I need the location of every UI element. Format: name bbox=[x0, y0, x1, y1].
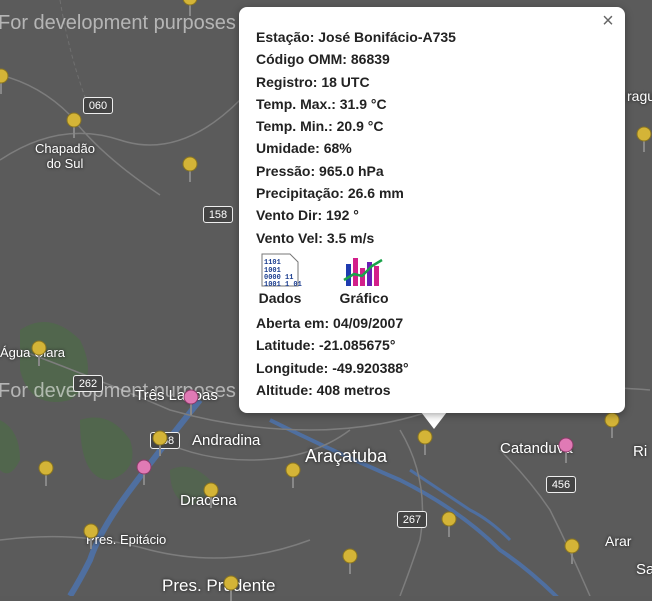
aberta-row: Aberta em: 04/09/2007 bbox=[256, 312, 609, 334]
latitude-row: Latitude: -21.085675° bbox=[256, 334, 609, 356]
place-partial-ri: Ri bbox=[633, 443, 648, 460]
umidade-value: 68% bbox=[323, 140, 352, 157]
station-row: Estação: José Bonifácio-A735 bbox=[256, 26, 609, 48]
longitude-label: Longitude: bbox=[256, 359, 329, 376]
vento-dir-label: Vento Dir: bbox=[256, 207, 323, 224]
station-pin-marker[interactable] bbox=[38, 460, 54, 486]
pressao-value: 965.0 hPa bbox=[319, 162, 384, 179]
close-icon[interactable]: × bbox=[597, 10, 619, 32]
station-pin-marker[interactable] bbox=[182, 0, 198, 16]
station-pin-marker[interactable] bbox=[66, 112, 82, 138]
data-icon-text-4: 1001 1 01 bbox=[264, 281, 302, 288]
station-info-window: × Estação: José Bonifácio-A735 Código OM… bbox=[239, 7, 625, 413]
station-pin-marker[interactable] bbox=[342, 548, 358, 574]
umidade-row: Umidade: 68% bbox=[256, 137, 609, 159]
road-shield-262: 262 bbox=[73, 375, 103, 392]
station-pin-marker[interactable] bbox=[604, 412, 620, 438]
latitude-value: -21.085675° bbox=[319, 337, 396, 354]
station-pin-pink[interactable] bbox=[136, 459, 152, 485]
place-partial-sa: Sa bbox=[636, 561, 652, 578]
station-pin-pink[interactable] bbox=[183, 389, 199, 415]
altitude-label: Altitude: bbox=[256, 381, 313, 398]
aberta-value: 04/09/2007 bbox=[333, 314, 404, 331]
vento-vel-row: Vento Vel: 3.5 m/s bbox=[256, 227, 609, 249]
station-label: Estação: bbox=[256, 29, 315, 45]
omm-label: Código OMM: bbox=[256, 51, 347, 68]
station-pin-marker[interactable] bbox=[285, 462, 301, 488]
omm-row: Código OMM: 86839 bbox=[256, 48, 609, 70]
omm-value: 86839 bbox=[350, 51, 390, 68]
grafico-link[interactable]: Gráfico bbox=[334, 252, 394, 312]
vento-dir-value: 192 ° bbox=[326, 207, 359, 224]
station-pin-marker[interactable] bbox=[564, 538, 580, 564]
registro-label: Registro: bbox=[256, 73, 318, 90]
station-pin-marker[interactable] bbox=[31, 340, 47, 366]
road-shield-060: 060 bbox=[83, 97, 113, 114]
popup-tail bbox=[421, 412, 447, 429]
station-pin-marker[interactable] bbox=[182, 156, 198, 182]
pressao-row: Pressão: 965.0 hPa bbox=[256, 160, 609, 182]
place-partial-arar: Arar bbox=[605, 533, 632, 549]
registro-row: Registro: 18 UTC bbox=[256, 71, 609, 93]
station-pin-marker[interactable] bbox=[441, 511, 457, 537]
longitude-row: Longitude: -49.920388° bbox=[256, 357, 609, 379]
road-shield-158-north: 158 bbox=[203, 206, 233, 223]
road-shield-267: 267 bbox=[397, 511, 427, 528]
station-pin-marker[interactable] bbox=[203, 482, 219, 508]
registro-value: 18 UTC bbox=[321, 73, 370, 90]
temp-min-row: Temp. Min.: 20.9 °C bbox=[256, 115, 609, 137]
place-aracatuba: Araçatuba bbox=[305, 446, 388, 466]
vento-dir-row: Vento Dir: 192 ° bbox=[256, 204, 609, 226]
station-value: José Bonifácio-A735 bbox=[318, 29, 456, 45]
pressao-label: Pressão: bbox=[256, 162, 316, 179]
popup-links: 1101 1001 0000 11 1001 1 01 Dados Gráfic… bbox=[256, 252, 609, 312]
temp-max-value: 31.9 °C bbox=[339, 95, 387, 112]
dados-label: Dados bbox=[258, 289, 302, 306]
station-pin-selected[interactable] bbox=[417, 429, 433, 455]
latitude-label: Latitude: bbox=[256, 337, 316, 354]
temp-max-row: Temp. Max.: 31.9 °C bbox=[256, 93, 609, 115]
place-andradina: Andradina bbox=[192, 432, 261, 449]
vento-vel-label: Vento Vel: bbox=[256, 229, 323, 246]
temp-min-label: Temp. Min.: bbox=[256, 118, 333, 135]
station-pin-marker[interactable] bbox=[0, 68, 9, 94]
dados-link[interactable]: 1101 1001 0000 11 1001 1 01 Dados bbox=[256, 252, 304, 312]
place-pres-prudente: Pres. Prudente bbox=[162, 576, 276, 595]
place-tres-lagoas: Três Lagoas bbox=[135, 387, 218, 404]
road-shield-456: 456 bbox=[546, 476, 576, 493]
aberta-label: Aberta em: bbox=[256, 314, 330, 331]
altitude-value: 408 metros bbox=[316, 381, 391, 398]
station-pin-marker[interactable] bbox=[223, 575, 239, 601]
umidade-label: Umidade: bbox=[256, 140, 320, 157]
station-pin-marker[interactable] bbox=[83, 523, 99, 549]
longitude-value: -49.920388° bbox=[332, 359, 409, 376]
temp-max-label: Temp. Max.: bbox=[256, 95, 336, 112]
precipitacao-label: Precipitação: bbox=[256, 185, 344, 202]
data-icon-text-1: 1101 bbox=[264, 259, 281, 267]
station-pin-marker[interactable] bbox=[152, 430, 168, 456]
bar-chart-icon bbox=[343, 257, 383, 286]
binary-data-icon: 1101 1001 0000 11 1001 1 01 bbox=[261, 253, 302, 288]
station-pin-marker[interactable] bbox=[636, 126, 652, 152]
precipitacao-row: Precipitação: 26.6 mm bbox=[256, 182, 609, 204]
grafico-label: Gráfico bbox=[339, 289, 389, 306]
place-chapadao-do-sul: Chapadão do Sul bbox=[35, 141, 95, 171]
vento-vel-value: 3.5 m/s bbox=[326, 229, 375, 246]
temp-min-value: 20.9 °C bbox=[336, 118, 384, 135]
altitude-row: Altitude: 408 metros bbox=[256, 379, 609, 401]
precipitacao-value: 26.6 mm bbox=[347, 185, 404, 202]
station-pin-pink[interactable] bbox=[558, 437, 574, 463]
place-partial-ragu: ragu bbox=[627, 88, 652, 104]
